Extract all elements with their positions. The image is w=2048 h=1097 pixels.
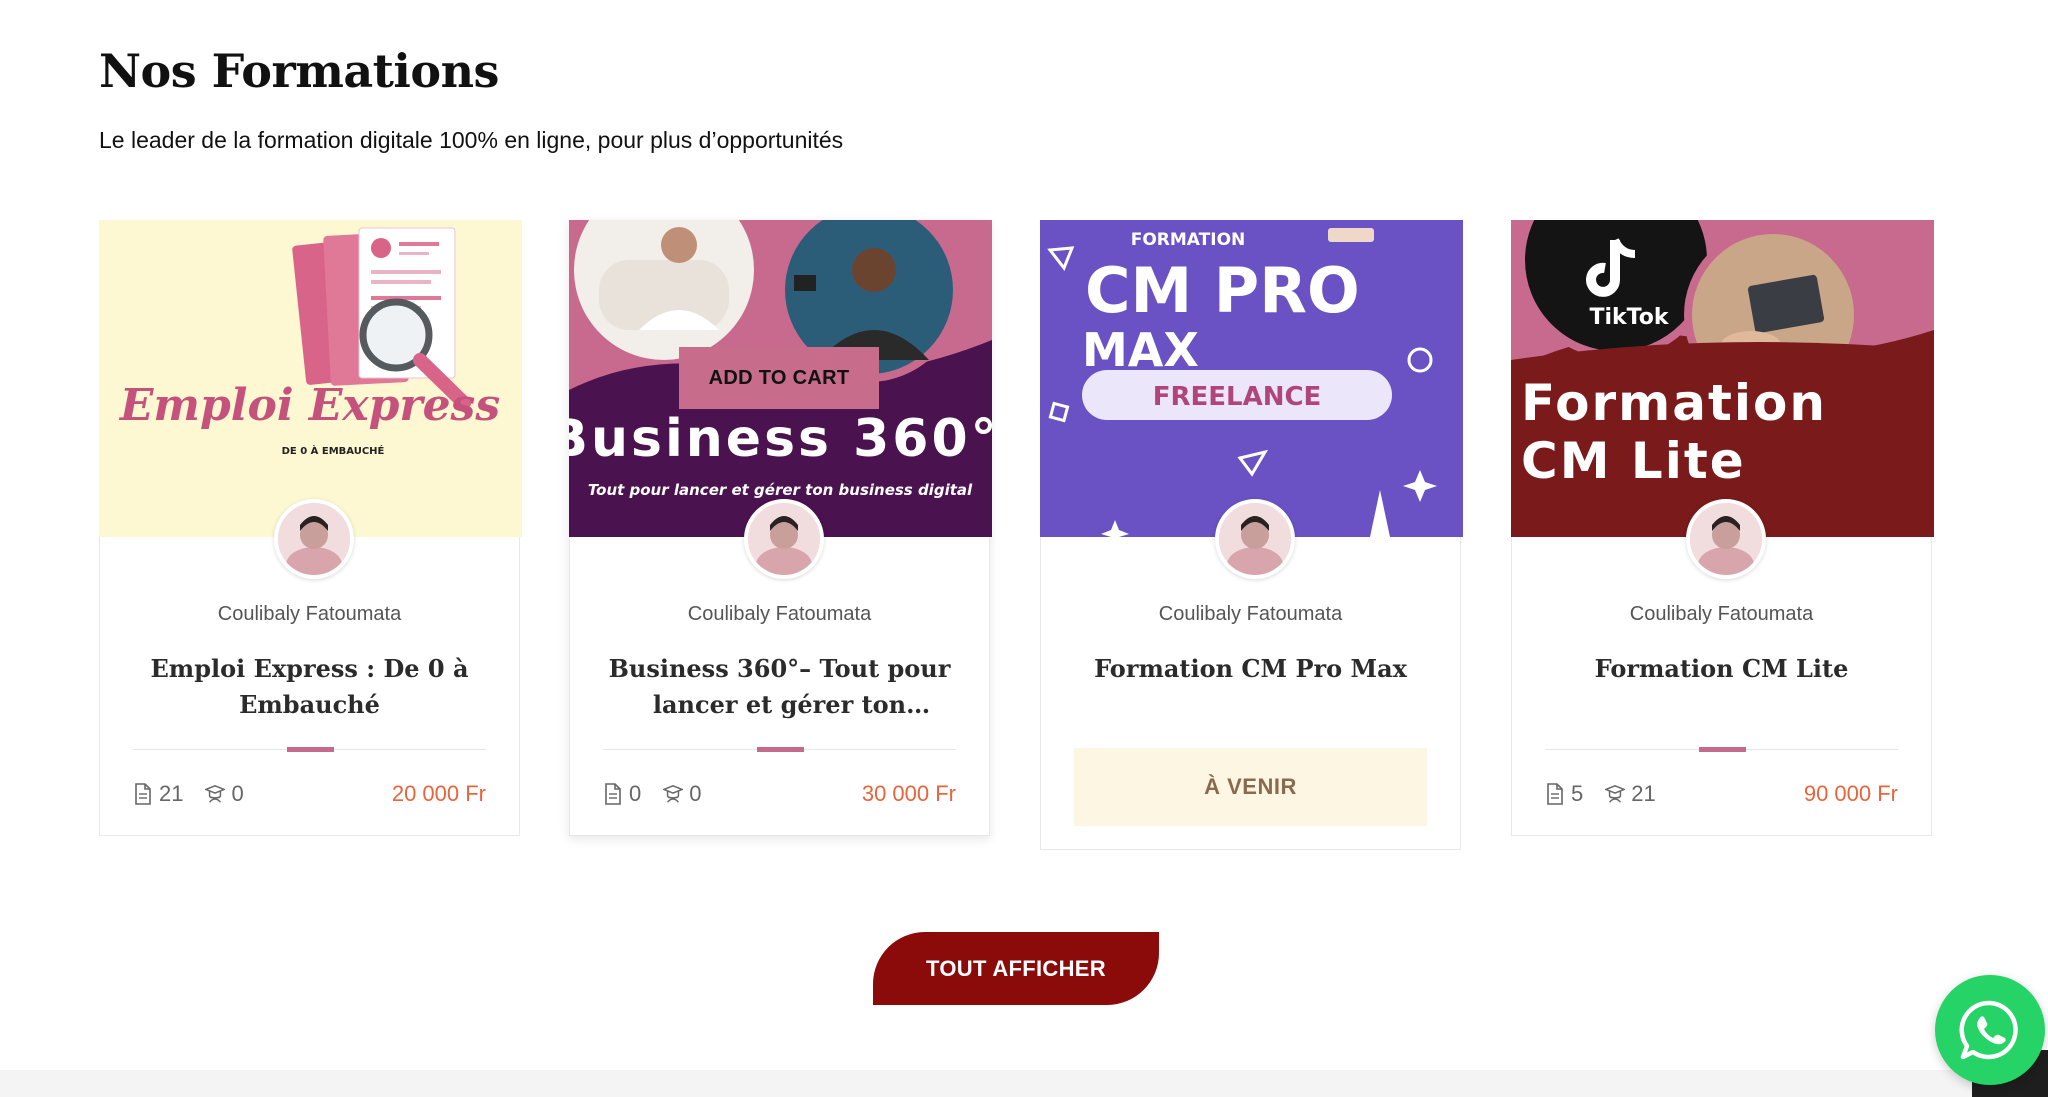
whatsapp-icon [1959,1000,2018,1060]
divider-accent [287,747,334,752]
course-author[interactable]: Coulibaly Fatoumata [1041,603,1460,626]
lessons-icon [605,783,621,805]
lessons-count: 0 [629,781,642,806]
course-price: 30 000 Fr [861,781,956,806]
avatar-image [1690,503,1762,575]
course-card-business-360[interactable]: Business 360° Tout pour lancer et gérer … [569,220,992,836]
whatsapp-button[interactable] [1935,975,2045,1085]
course-price: 20 000 Fr [391,781,486,806]
students-count: 0 [689,781,702,806]
course-meta: 21 0 20 000 Fr [133,779,486,809]
course-thumbnail[interactable]: FORMATION CM PRO MAX FREELANCE [1040,220,1463,537]
students-icon [205,785,226,803]
course-author[interactable]: Coulibaly Fatoumata [1512,603,1931,626]
students-icon [1605,785,1626,803]
lessons-icon [135,783,151,805]
course-card-cm-lite[interactable]: TikTok Formation CM Lite Coulibaly Fatou… [1511,220,1934,836]
course-title[interactable]: Emploi Express : De 0 à Embauché [130,651,489,723]
lessons-icon [1547,783,1563,805]
avatar[interactable] [744,499,824,579]
course-thumbnail[interactable]: Business 360° Tout pour lancer et gérer … [569,220,992,537]
add-to-cart-button[interactable]: ADD TO CART [679,347,879,409]
thumbnail-cm-pro-max: FORMATION CM PRO MAX FREELANCE [1040,220,1463,537]
course-title[interactable]: Formation CM Pro Max [1071,651,1430,687]
view-all-button[interactable]: TOUT AFFICHER [873,932,1159,1005]
course-price: 90 000 Fr [1803,781,1898,806]
svg-text:CM PRO: CM PRO [1085,254,1360,327]
thumbnail-cm-lite: TikTok Formation CM Lite [1511,220,1934,537]
students-stat: 0 [205,781,244,807]
svg-text:DE 0 À EMBAUCHÉ: DE 0 À EMBAUCHÉ [282,444,385,457]
avatar-image [278,503,350,575]
svg-text:Emploi Express: Emploi Express [118,380,500,431]
svg-text:MAX: MAX [1082,323,1199,377]
course-title[interactable]: Business 360°– Tout pour lancer et gérer… [600,651,959,723]
students-stat: 21 [1605,781,1656,807]
coming-soon-badge: À VENIR [1074,748,1427,826]
svg-text:FREELANCE: FREELANCE [1153,382,1322,412]
divider-accent [1699,747,1746,752]
lessons-stat: 0 [603,781,641,807]
avatar-image [748,503,820,575]
students-count: 21 [1631,781,1656,806]
avatar-image [1219,503,1291,575]
lessons-stat: 5 [1545,781,1583,807]
course-card-emploi-express[interactable]: Emploi Express DE 0 À EMBAUCHÉ Coulibaly… [99,220,522,836]
course-title[interactable]: Formation CM Lite [1542,651,1901,687]
svg-text:Formation: Formation [1521,374,1827,432]
lessons-stat: 21 [133,781,183,807]
avatar[interactable] [1686,499,1766,579]
students-count: 0 [231,781,244,806]
course-meta: 5 21 90 000 Fr [1545,779,1898,809]
students-icon [663,785,684,803]
footer-strip [0,1070,2048,1097]
lessons-count: 5 [1571,781,1584,806]
students-stat: 0 [663,781,702,807]
course-author[interactable]: Coulibaly Fatoumata [570,603,989,626]
course-card-cm-pro-max[interactable]: FORMATION CM PRO MAX FREELANCE Coulibaly… [1040,220,1463,850]
svg-text:Tout pour lancer et gérer ton: Tout pour lancer et gérer ton business d… [588,481,973,499]
svg-text:TikTok: TikTok [1589,305,1669,330]
section-title: Nos Formations [99,44,499,98]
page: Nos Formations Le leader de la formation… [0,0,2048,1097]
thumbnail-emploi-express: Emploi Express DE 0 À EMBAUCHÉ [99,220,522,537]
lessons-count: 21 [159,781,184,806]
course-meta: 0 0 30 000 Fr [603,779,956,809]
avatar[interactable] [1215,499,1295,579]
course-thumbnail[interactable]: TikTok Formation CM Lite [1511,220,1934,537]
section-subtitle: Le leader de la formation digitale 100% … [99,127,844,153]
svg-text:FORMATION: FORMATION [1131,230,1246,250]
svg-text:CM Lite: CM Lite [1521,432,1746,490]
divider-accent [757,747,804,752]
svg-text:Business 360°: Business 360° [569,409,992,469]
avatar[interactable] [274,499,354,579]
course-thumbnail[interactable]: Emploi Express DE 0 À EMBAUCHÉ [99,220,522,537]
course-author[interactable]: Coulibaly Fatoumata [100,603,519,626]
